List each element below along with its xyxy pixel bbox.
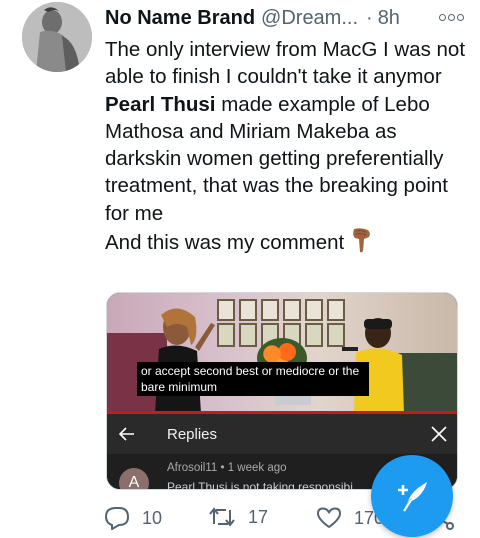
- comment-text: Pearl Thusi is not taking responsibi...: [167, 480, 363, 490]
- comment-meta: Afrosoil11 • 1 week ago: [167, 462, 287, 474]
- author-name[interactable]: No Name Brand: [105, 7, 255, 30]
- woman-figure: [155, 308, 215, 413]
- video-frame[interactable]: or accept second best or mediocre or the…: [107, 293, 457, 413]
- back-arrow-icon[interactable]: [107, 414, 147, 454]
- author-avatar[interactable]: [22, 2, 92, 72]
- tweet-last-line-text: And this was my comment: [105, 231, 345, 255]
- replies-panel-header: Replies: [107, 414, 457, 454]
- retweet-action[interactable]: 17: [208, 506, 268, 528]
- reply-action[interactable]: 10: [104, 506, 162, 530]
- tweet-time[interactable]: 8h: [378, 7, 400, 30]
- replies-title: Replies: [167, 425, 218, 443]
- tweet-text: The only interview from MacG I was not a…: [105, 36, 465, 260]
- heart-icon: [317, 507, 341, 528]
- commenter-avatar: A: [119, 468, 149, 489]
- reply-icon: [105, 507, 129, 530]
- wall-frames: [217, 299, 345, 321]
- tweet-line: The only interview from MacG I was not a…: [105, 38, 466, 89]
- mentioned-name: Pearl Thusi: [105, 92, 216, 116]
- tweet-last-line: And this was my comment: [105, 227, 465, 260]
- pointing-down-icon: [350, 227, 372, 260]
- compose-tweet-button[interactable]: [371, 455, 453, 537]
- retweet-count: 17: [248, 506, 269, 527]
- retweet-icon: [209, 507, 235, 527]
- tweet-header: No Name Brand @Dream... · 8h: [105, 6, 464, 30]
- author-handle[interactable]: @Dream...: [261, 7, 358, 30]
- separator-dot: ·: [366, 6, 373, 29]
- more-options-icon[interactable]: [438, 10, 464, 24]
- reply-count: 10: [142, 507, 163, 528]
- video-caption: or accept second best or mediocre or the…: [137, 362, 369, 396]
- tweet-paragraph: Pearl Thusi made example of Lebo Mathosa…: [105, 91, 465, 227]
- close-icon[interactable]: [429, 424, 449, 444]
- feather-plus-icon: [398, 482, 427, 512]
